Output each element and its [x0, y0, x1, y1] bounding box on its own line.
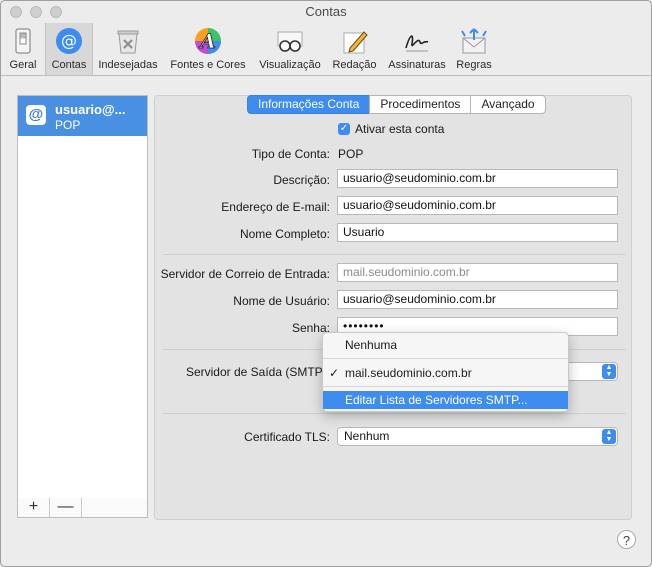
- username-field[interactable]: usuario@seudominio.com.br: [337, 290, 618, 309]
- preferences-toolbar: Geral @ Contas Indesejadas A Fontes e Co…: [1, 23, 651, 76]
- email-label: Endereço de E-mail:: [221, 200, 330, 214]
- pencil-icon: [343, 31, 368, 54]
- account-type-value: POP: [338, 147, 364, 161]
- menu-item-nenhuma[interactable]: Nenhuma: [323, 336, 568, 354]
- signature-icon: [405, 35, 429, 52]
- account-list-item[interactable]: @ usuario@... POP: [18, 96, 147, 136]
- fonts-colors-icon: A: [195, 28, 221, 54]
- accounts-list: @ usuario@... POP: [17, 95, 148, 499]
- tls-certificate-value: Nenhum: [344, 429, 390, 443]
- toolbar-indesejadas[interactable]: Indesejadas: [94, 23, 162, 75]
- toolbar-fontes-e-cores[interactable]: A Fontes e Cores: [166, 23, 250, 75]
- menu-separator: [323, 386, 568, 387]
- checkmark-icon: ✓: [329, 366, 340, 380]
- window-title: Contas: [305, 4, 347, 19]
- tab-procedimentos[interactable]: Procedimentos: [369, 95, 472, 114]
- incoming-server-field[interactable]: mail.seudominio.com.br: [337, 263, 618, 282]
- account-type: POP: [55, 118, 81, 132]
- tab-informacoes-conta[interactable]: Informações Conta: [247, 95, 371, 114]
- email-field[interactable]: usuario@seudominio.com.br: [337, 196, 618, 215]
- toolbar-label-regras: Regras: [456, 59, 492, 71]
- remove-account-button[interactable]: —: [50, 498, 82, 517]
- full-name-label: Nome Completo:: [239, 227, 330, 241]
- menu-item-edit-smtp-list[interactable]: Editar Lista de Servidores SMTP...: [323, 391, 568, 409]
- close-window-button[interactable]: [10, 6, 22, 18]
- toolbar-label-assinaturas: Assinaturas: [388, 59, 446, 71]
- account-list-buttons: + —: [17, 498, 148, 518]
- at-icon: @: [56, 28, 82, 54]
- toolbar-regras[interactable]: Regras: [452, 23, 496, 75]
- section-divider: [163, 254, 626, 255]
- toolbar-label-geral: Geral: [9, 59, 37, 71]
- smtp-server-menu: Nenhuma ✓ mail.seudominio.com.br Editar …: [322, 332, 569, 412]
- description-label: Descrição:: [273, 173, 330, 187]
- enable-account-checkbox[interactable]: ✓: [338, 123, 350, 135]
- toolbar-geral[interactable]: Geral: [4, 23, 42, 75]
- outgoing-server-label: Servidor de Saída (SMTP):: [185, 365, 330, 379]
- password-label: Senha:: [291, 321, 330, 335]
- toolbar-label-visualizacao: Visualização: [259, 59, 321, 71]
- tls-certificate-label: Certificado TLS:: [244, 430, 330, 444]
- minimize-window-button[interactable]: [30, 6, 42, 18]
- zoom-window-button[interactable]: [50, 6, 62, 18]
- glasses-icon: [277, 31, 303, 52]
- toolbar-redacao[interactable]: Redação: [328, 23, 381, 75]
- rules-envelope-icon: [461, 28, 487, 54]
- toolbar-label-indesejadas: Indesejadas: [98, 59, 158, 71]
- up-down-arrows-icon: ▲ ▼: [602, 429, 616, 444]
- menu-separator: [323, 358, 568, 359]
- toolbar-visualizacao[interactable]: Visualização: [254, 23, 326, 75]
- svg-text:@: @: [61, 31, 77, 50]
- description-field[interactable]: usuario@seudominio.com.br: [337, 169, 618, 188]
- menu-item-smtp-server[interactable]: ✓ mail.seudominio.com.br: [323, 364, 568, 382]
- up-down-arrows-icon: ▲ ▼: [602, 364, 616, 379]
- toolbar-label-contas: Contas: [51, 59, 87, 71]
- tab-avancado[interactable]: Avançado: [470, 95, 546, 114]
- account-type-label: Tipo de Conta:: [251, 147, 330, 161]
- section-divider: [163, 413, 626, 414]
- toolbar-label-fontes-e-cores: Fontes e Cores: [170, 59, 246, 71]
- account-tabs: Informações Conta Procedimentos Avançado: [247, 95, 546, 114]
- add-account-button[interactable]: +: [18, 498, 50, 517]
- toolbar-contas[interactable]: @ Contas: [45, 23, 93, 75]
- junk-trash-icon: [117, 30, 139, 54]
- toolbar-assinaturas[interactable]: Assinaturas: [384, 23, 450, 75]
- enable-account-label: Ativar esta conta: [355, 122, 445, 136]
- toolbar-label-redacao: Redação: [332, 59, 377, 71]
- at-icon: @: [26, 105, 46, 125]
- switch-icon: [15, 28, 31, 54]
- incoming-server-label: Servidor de Correio de Entrada:: [160, 267, 330, 281]
- full-name-field[interactable]: Usuario: [337, 223, 618, 242]
- account-name: usuario@...: [55, 102, 126, 117]
- tls-certificate-popup[interactable]: Nenhum ▲ ▼: [337, 427, 618, 446]
- svg-text:A: A: [198, 29, 216, 53]
- username-label: Nome de Usuário:: [233, 294, 330, 308]
- help-button[interactable]: ?: [617, 530, 636, 549]
